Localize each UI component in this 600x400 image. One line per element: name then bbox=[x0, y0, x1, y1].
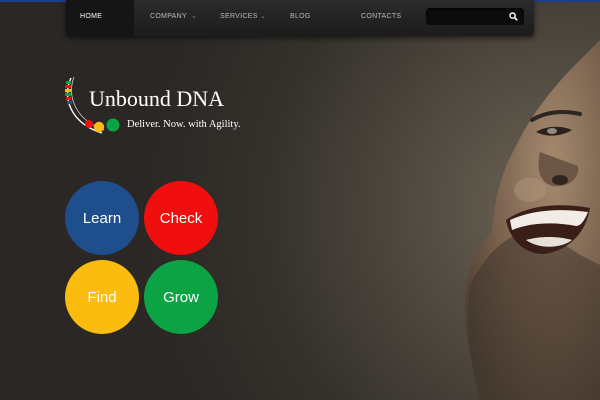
learn-button[interactable]: Learn bbox=[65, 181, 139, 255]
hero-photo-man bbox=[464, 40, 600, 400]
find-button[interactable]: Find bbox=[65, 260, 139, 334]
nav-item-label: HOME bbox=[80, 13, 103, 20]
nav-item-label: BLOG bbox=[290, 13, 311, 20]
nav-item-blog[interactable]: BLOG bbox=[276, 0, 336, 36]
nav-item-contacts[interactable]: CONTACTS bbox=[346, 0, 416, 36]
nav-item-services[interactable]: SERVICES ⌄ bbox=[206, 0, 270, 36]
grow-button[interactable]: Grow bbox=[144, 260, 218, 334]
check-button[interactable]: Check bbox=[144, 181, 218, 255]
chevron-down-icon: ⌄ bbox=[191, 13, 198, 20]
main-navigation: HOME COMPANY ⌄ SERVICES ⌄ BLOG CONTACTS bbox=[66, 0, 534, 36]
nav-item-home[interactable]: HOME bbox=[66, 0, 134, 36]
nav-item-label: COMPANY bbox=[150, 13, 187, 20]
nav-item-label: SERVICES bbox=[220, 13, 258, 20]
search-input[interactable] bbox=[432, 10, 508, 25]
search-box bbox=[426, 8, 524, 25]
chevron-down-icon: ⌄ bbox=[260, 13, 267, 20]
site-tagline: Deliver. Now. with Agility. bbox=[127, 119, 241, 130]
nav-item-label: CONTACTS bbox=[361, 13, 402, 20]
nav-item-company[interactable]: COMPANY ⌄ bbox=[136, 0, 200, 36]
search-icon[interactable] bbox=[508, 11, 519, 22]
site-title: Unbound DNA bbox=[89, 86, 225, 111]
